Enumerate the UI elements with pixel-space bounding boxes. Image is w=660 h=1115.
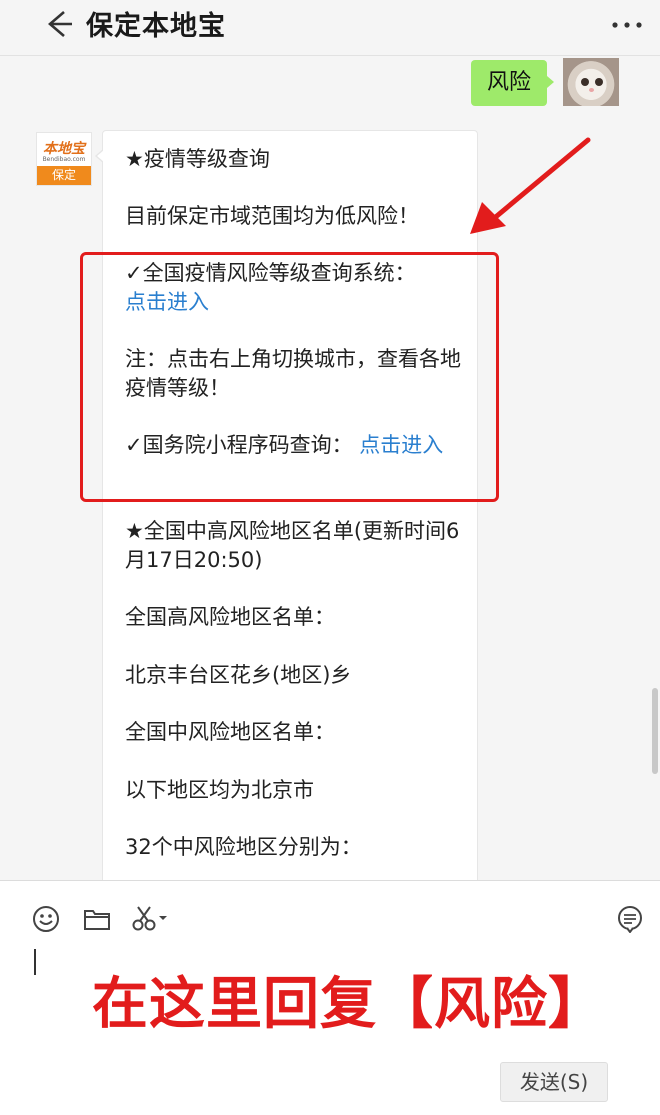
reply-line: 32个中风险地区分别为：	[125, 835, 362, 859]
reply-line: 全国高风险地区名单：	[125, 605, 335, 629]
emoji-icon[interactable]	[32, 905, 60, 933]
reply-line: ✓全国疫情风险等级查询系统：	[125, 261, 416, 285]
logo-text: 本地宝	[43, 141, 85, 157]
received-message-bubble: ★疫情等级查询 目前保定市域范围均为低风险！ ✓全国疫情风险等级查询系统： 点击…	[95, 130, 478, 890]
reply-line-prefix: ✓国务院小程序码查询：	[125, 433, 353, 457]
chat-title: 保定本地宝	[86, 11, 226, 42]
mini-program-link[interactable]: 点击进入	[359, 433, 443, 457]
reply-line: 北京丰台区花乡(地区)乡	[125, 663, 352, 687]
cat-nose	[589, 88, 594, 92]
back-arrow-icon[interactable]	[40, 8, 76, 40]
chat-scrollbar[interactable]	[652, 688, 658, 774]
user-avatar[interactable]	[563, 58, 619, 106]
reply-line: ★疫情等级查询	[125, 147, 270, 171]
cat-eye-left	[581, 78, 589, 86]
query-system-link[interactable]: 点击进入	[125, 288, 470, 317]
scissors-icon[interactable]	[130, 905, 168, 933]
reply-line: 目前保定市域范围均为低风险！	[125, 204, 419, 228]
logo-subtitle: Bendibao.com	[42, 156, 86, 163]
chat-history-icon[interactable]	[616, 905, 644, 934]
reply-line: 注：点击右上角切换城市，查看各地疫情等级！	[125, 347, 461, 400]
more-dots-icon[interactable]	[610, 16, 644, 34]
reply-hint-text: 在这里回复【风险】	[92, 972, 605, 1037]
text-cursor	[34, 949, 36, 975]
sent-message-bubble[interactable]: 风险	[471, 60, 555, 106]
logo-city-label: 保定	[37, 166, 91, 185]
reply-line: ✓国务院小程序码查询： 点击进入	[125, 431, 470, 460]
folder-icon[interactable]	[82, 905, 112, 933]
reply-line: ★全国中高风险地区名单(更新时间6月17日20:50)	[125, 519, 460, 572]
reply-line: 以下地区均为北京市	[125, 778, 314, 802]
input-area: 在这里回复【风险】 发送(S)	[0, 880, 660, 1115]
reply-line: 全国中风险地区名单：	[125, 720, 335, 744]
bot-avatar[interactable]: 本地宝 Bendibao.com 保定	[36, 132, 92, 186]
send-button[interactable]: 发送(S)	[500, 1062, 608, 1102]
cat-eye-right	[595, 78, 603, 86]
chat-header: 保定本地宝	[0, 0, 660, 56]
